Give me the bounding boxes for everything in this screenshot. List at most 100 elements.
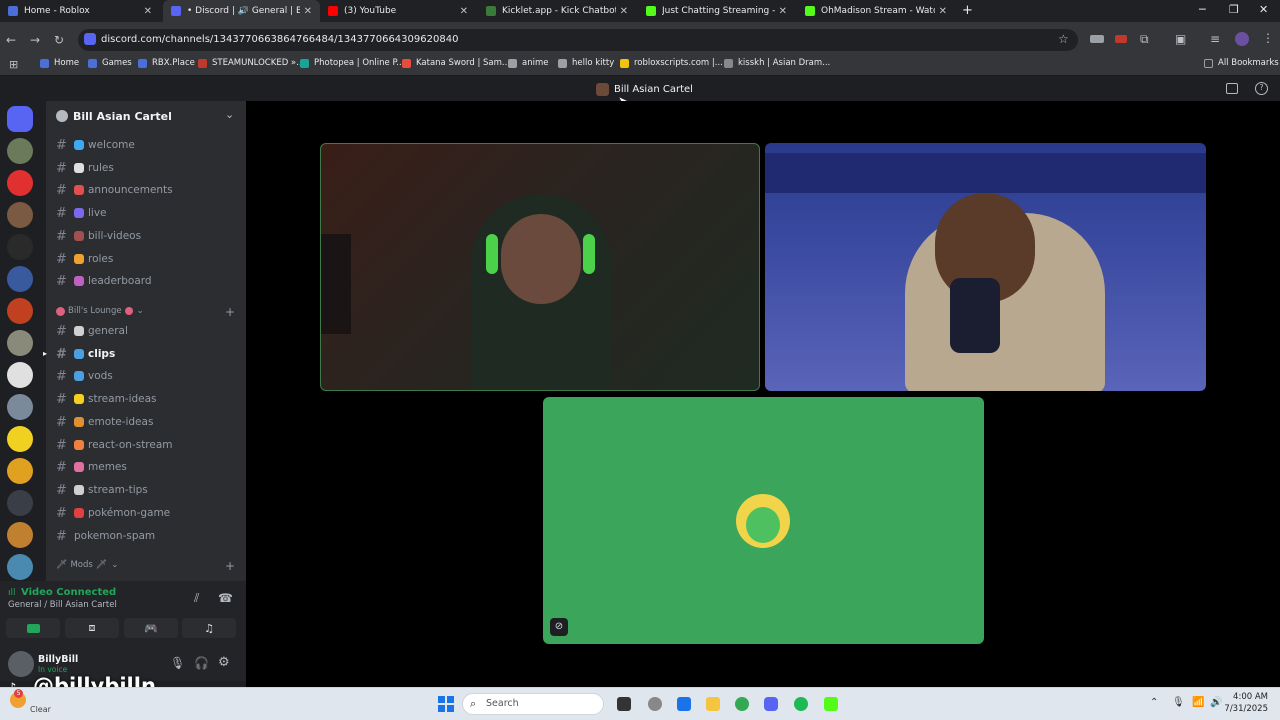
server-name[interactable]: Bill Asian Cartel	[73, 110, 172, 123]
channel-item[interactable]: # pokémon-game	[56, 504, 236, 522]
category-mods[interactable]: 🗡 Mods 🗡 ⌄	[56, 560, 118, 570]
volume-icon[interactable]: 🔊	[1210, 697, 1222, 708]
server-icon[interactable]	[7, 298, 33, 324]
bookmark-item[interactable]: Games	[88, 58, 132, 68]
spotify-taskbar-icon[interactable]	[794, 697, 808, 711]
taskbar-search-box[interactable]	[462, 693, 604, 715]
windows-start-icon[interactable]	[438, 696, 454, 712]
tab-close-icon[interactable]: ✕	[939, 6, 947, 17]
activity-button[interactable]: 🎮	[124, 618, 178, 638]
site-info-icon[interactable]	[84, 33, 96, 45]
server-icon[interactable]	[7, 266, 33, 292]
noise-suppression-icon[interactable]: ⫽	[194, 591, 199, 606]
channel-item[interactable]: # leaderboard	[56, 272, 236, 290]
taskbar-time[interactable]: 4:00 AM	[1226, 692, 1268, 702]
file-explorer-icon[interactable]	[706, 697, 720, 711]
back-icon[interactable]: ←	[6, 33, 16, 47]
bookmark-item[interactable]: STEAMUNLOCKED »...	[198, 58, 304, 68]
screen-share-button[interactable]: ⧈	[65, 618, 119, 638]
server-menu-chevron-icon[interactable]: ⌄	[225, 108, 234, 121]
tray-mic-icon[interactable]: 🎙	[1172, 697, 1185, 708]
channel-item[interactable]: # memes	[56, 458, 236, 476]
inbox-icon[interactable]	[1226, 83, 1238, 94]
kick-taskbar-icon[interactable]	[824, 697, 838, 711]
server-icon[interactable]	[7, 394, 33, 420]
channel-item[interactable]: # welcome	[56, 136, 236, 154]
server-icon[interactable]	[7, 138, 33, 164]
taskbar-date[interactable]: 7/31/2025	[1222, 704, 1268, 714]
discord-home-icon[interactable]	[7, 106, 33, 132]
voice-status[interactable]: Video Connected	[21, 587, 116, 598]
bookmark-item[interactable]: kisskh | Asian Dram...	[724, 58, 830, 68]
channel-item[interactable]: # emote-ideas	[56, 413, 236, 431]
tab-close-icon[interactable]: ✕	[304, 6, 312, 17]
server-icon[interactable]	[7, 554, 33, 580]
extension-icon[interactable]	[1090, 35, 1104, 43]
browser-tab[interactable]: • Discord | 🔊 General | Bill ✕	[163, 0, 320, 22]
close-window-icon[interactable]: ✕	[1259, 3, 1268, 16]
discord-taskbar-icon[interactable]	[764, 697, 778, 711]
profile-avatar-icon[interactable]	[1235, 32, 1249, 46]
tray-chevron-icon[interactable]: ⌃	[1150, 697, 1158, 708]
channel-item[interactable]: # pokemon-spam	[56, 527, 236, 545]
bookmark-item[interactable]: Photopea | Online P...	[300, 58, 404, 68]
photos-app-icon[interactable]	[677, 697, 691, 711]
extension-red-icon[interactable]	[1115, 35, 1127, 43]
camera-button[interactable]	[6, 618, 60, 638]
bookmark-item[interactable]: hello kitty	[558, 58, 614, 68]
side-panel-icon[interactable]: ▣	[1175, 32, 1186, 46]
video-tile-1[interactable]	[320, 143, 760, 391]
channel-item[interactable]: # react-on-stream	[56, 436, 236, 454]
server-icon[interactable]	[7, 426, 33, 452]
mouse-app-icon[interactable]	[648, 697, 662, 711]
server-icon[interactable]	[7, 362, 33, 388]
tab-close-icon[interactable]: ✕	[620, 6, 628, 17]
wifi-icon[interactable]: 📶	[1192, 697, 1204, 708]
all-bookmarks[interactable]: All Bookmarks	[1204, 58, 1279, 68]
add-channel-icon[interactable]: +	[225, 305, 235, 319]
help-icon[interactable]: ?	[1255, 82, 1268, 95]
video-tile-3-avatar[interactable]: ⊘	[543, 397, 984, 644]
headphones-icon[interactable]: 🎧	[194, 656, 209, 670]
add-mods-channel-icon[interactable]: +	[225, 559, 235, 573]
disconnect-icon[interactable]: ☎	[218, 591, 233, 605]
chrome-taskbar-icon[interactable]	[735, 697, 749, 711]
video-tile-2[interactable]	[765, 143, 1206, 391]
channel-item[interactable]: # general	[56, 322, 236, 340]
browser-tab[interactable]: Kicklet.app - Kick Chatbot and ✕	[478, 0, 636, 22]
apps-grid-icon[interactable]: ⊞	[9, 58, 18, 71]
server-icon[interactable]	[7, 202, 33, 228]
channel-item[interactable]: # roles	[56, 250, 236, 268]
maximize-window-icon[interactable]: ❐	[1229, 3, 1239, 16]
channel-item[interactable]: # rules	[56, 159, 236, 177]
server-icon[interactable]	[7, 458, 33, 484]
browser-tab[interactable]: Home - Roblox ✕	[0, 0, 160, 22]
bookmark-item[interactable]: Home	[40, 58, 79, 68]
bookmark-item[interactable]: anime	[508, 58, 548, 68]
tab-search-icon[interactable]: ≡	[1210, 32, 1220, 46]
settings-gear-icon[interactable]: ⚙	[218, 655, 230, 670]
server-icon[interactable]	[7, 234, 33, 260]
tab-close-icon[interactable]: ✕	[460, 6, 468, 17]
bookmark-star-icon[interactable]: ☆	[1058, 32, 1069, 46]
channel-item[interactable]: # bill-videos	[56, 227, 236, 245]
bookmark-item[interactable]: Katana Sword | Sam...	[402, 58, 510, 68]
channel-item[interactable]: # clips	[56, 345, 236, 363]
tab-close-icon[interactable]: ✕	[779, 6, 787, 17]
tab-close-icon[interactable]: ✕	[144, 6, 152, 17]
browser-tab[interactable]: Just Chatting Streaming - Live S ✕	[638, 0, 795, 22]
task-view-icon[interactable]	[617, 697, 631, 711]
user-avatar[interactable]	[8, 651, 34, 677]
reload-icon[interactable]: ↻	[54, 33, 64, 47]
new-tab-icon[interactable]: +	[962, 3, 973, 18]
extensions-puzzle-icon[interactable]: ⧉	[1140, 32, 1149, 47]
channel-item[interactable]: # stream-tips	[56, 481, 236, 499]
channel-item[interactable]: # vods	[56, 367, 236, 385]
category-bills-lounge[interactable]: Bill's Lounge ⌄	[56, 306, 144, 316]
microphone-icon[interactable]: 🎙	[170, 656, 185, 670]
server-icon[interactable]	[7, 490, 33, 516]
soundboard-button[interactable]: ♫	[182, 618, 236, 638]
voice-location[interactable]: General / Bill Asian Cartel	[8, 600, 117, 610]
taskbar-search-placeholder[interactable]: Search	[486, 698, 519, 709]
server-icon[interactable]	[7, 170, 33, 196]
